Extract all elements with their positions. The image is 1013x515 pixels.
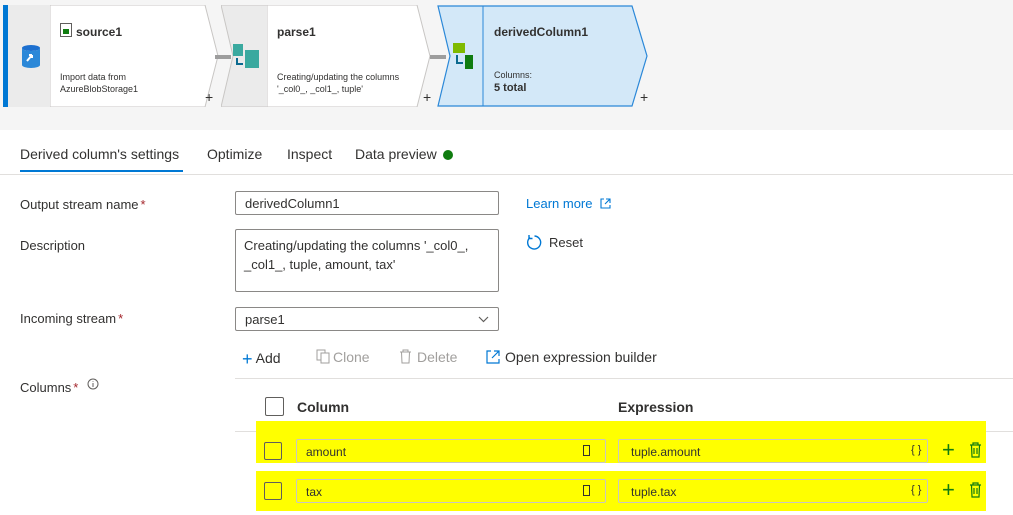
learn-more-link[interactable]: Learn more (526, 196, 611, 211)
node-description-line: Creating/updating the columns (277, 72, 400, 82)
column-name-input[interactable]: amount (296, 439, 606, 463)
tab-data-preview[interactable]: Data preview (355, 146, 453, 162)
columns-label-text: Columns (20, 380, 72, 395)
trash-icon (400, 349, 411, 364)
field-indicator-icon (583, 485, 590, 496)
node-title: parse1 (277, 25, 316, 39)
node-description-line: Columns: (494, 70, 533, 80)
output-stream-input[interactable]: derivedColumn1 (235, 191, 499, 215)
reset-icon (526, 235, 542, 250)
pipeline-canvas: source1 Import data from AzureBlobStorag… (0, 0, 1013, 130)
output-stream-label: Output stream name * (20, 197, 146, 212)
required-marker: * (73, 380, 79, 395)
add-transform-button[interactable]: + (205, 89, 213, 105)
add-icon[interactable]: + (942, 437, 955, 463)
incoming-stream-label-text: Incoming stream (20, 311, 117, 326)
reset-label: Reset (549, 235, 583, 250)
tab-optimize[interactable]: Optimize (207, 146, 262, 162)
external-link-icon (486, 350, 500, 364)
node-title: source1 (76, 25, 123, 39)
node-column-count: 5 total (494, 82, 527, 94)
clone-icon (316, 349, 330, 364)
add-icon: + (242, 349, 253, 369)
expression-builder-icon[interactable]: { } (911, 484, 921, 496)
tabs-divider (0, 174, 1013, 175)
learn-more-text: Learn more (526, 196, 593, 211)
add-transform-button[interactable]: + (423, 89, 431, 105)
add-column-button[interactable]: + Add (242, 349, 281, 370)
source-file-icon (60, 23, 72, 37)
clone-button[interactable]: Clone (316, 349, 370, 365)
node-description-line: Import data from (60, 72, 127, 82)
status-dot-icon (442, 150, 453, 160)
description-textarea[interactable]: Creating/updating the columns '_col0_, _… (235, 229, 499, 292)
active-tab-indicator (20, 170, 183, 172)
parse-icon (233, 44, 259, 68)
blob-storage-icon (22, 45, 40, 68)
tab-inspect[interactable]: Inspect (287, 146, 332, 162)
reset-button[interactable]: Reset (526, 234, 583, 251)
required-marker: * (140, 197, 146, 212)
incoming-stream-label: Incoming stream * (20, 311, 123, 326)
row-checkbox[interactable] (264, 442, 282, 460)
column-name-input[interactable]: tax (296, 479, 606, 503)
info-icon[interactable] (87, 378, 99, 390)
node-description-line: AzureBlobStorage1 (60, 84, 139, 94)
derived-column-icon (453, 43, 473, 69)
expression-input[interactable]: tuple.amount (618, 439, 928, 463)
tab-derived-column-settings[interactable]: Derived column's settings (20, 146, 179, 162)
expression-input[interactable]: tuple.tax (618, 479, 928, 503)
trash-icon[interactable] (969, 442, 982, 458)
columns-label: Columns * (20, 378, 99, 395)
delete-button[interactable]: Delete (399, 349, 457, 365)
trash-icon[interactable] (969, 482, 982, 498)
add-label: Add (255, 350, 281, 366)
output-stream-label-text: Output stream name (20, 197, 139, 212)
required-marker: * (118, 311, 124, 326)
row-checkbox[interactable] (264, 482, 282, 500)
external-link-icon (600, 198, 611, 209)
incoming-stream-value: parse1 (245, 312, 285, 327)
select-all-checkbox[interactable] (265, 397, 284, 416)
node-description-line: '_col0_, _col1_, tuple' (277, 84, 363, 94)
delete-label: Delete (417, 349, 458, 365)
description-label: Description (20, 238, 86, 253)
node-title: derivedColumn1 (494, 25, 589, 39)
incoming-stream-dropdown[interactable]: parse1 (235, 307, 499, 331)
expression-header: Expression (618, 399, 694, 415)
chevron-down-icon (478, 316, 489, 323)
expression-builder-icon[interactable]: { } (911, 444, 921, 456)
open-expression-builder-button[interactable]: Open expression builder (486, 349, 657, 365)
field-indicator-icon (583, 445, 590, 456)
clone-label: Clone (333, 349, 370, 365)
open-builder-label: Open expression builder (505, 349, 657, 365)
add-transform-button[interactable]: + (640, 89, 648, 105)
toolbar-divider (235, 378, 1013, 379)
add-icon[interactable]: + (942, 477, 955, 503)
column-header: Column (297, 399, 350, 415)
tab-data-preview-label: Data preview (355, 146, 437, 162)
